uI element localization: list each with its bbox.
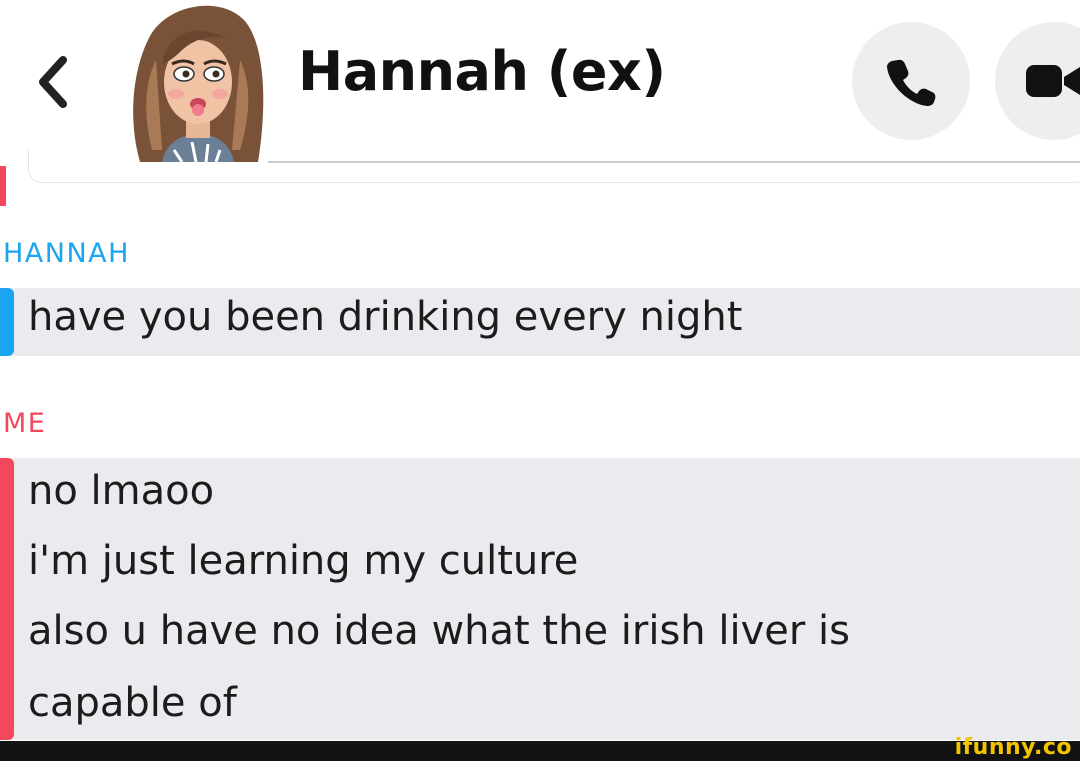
previous-message-card bbox=[28, 150, 1080, 183]
message-hannah[interactable]: have you been drinking every night bbox=[0, 288, 1080, 356]
back-button[interactable] bbox=[30, 52, 76, 112]
message-me[interactable]: no lmaoo i'm just learning my culture al… bbox=[0, 458, 1080, 740]
sender-color-bar bbox=[0, 288, 14, 356]
sender-color-bar bbox=[0, 458, 14, 740]
call-button[interactable] bbox=[852, 22, 970, 140]
previous-message-bar bbox=[0, 166, 6, 206]
chat-header: Hannah (ex) bbox=[0, 0, 1080, 163]
sender-label-me: ME bbox=[3, 408, 47, 439]
phone-icon bbox=[887, 59, 936, 106]
video-camera-icon bbox=[1026, 65, 1080, 97]
message-line: also u have no idea what the irish liver… bbox=[28, 608, 850, 654]
sender-label-hannah: HANNAH bbox=[3, 238, 130, 269]
chat-title[interactable]: Hannah (ex) bbox=[298, 40, 666, 103]
message-line: i'm just learning my culture bbox=[28, 538, 579, 584]
chevron-left-icon bbox=[39, 56, 67, 108]
watermark: ifunny.co bbox=[954, 735, 1072, 760]
avatar[interactable] bbox=[122, 0, 272, 162]
message-line: capable of bbox=[28, 680, 237, 726]
message-line: no lmaoo bbox=[28, 468, 215, 514]
video-call-button[interactable] bbox=[995, 22, 1080, 140]
footer-bar: ifunny.co bbox=[0, 735, 1080, 761]
message-line: have you been drinking every night bbox=[28, 294, 743, 340]
